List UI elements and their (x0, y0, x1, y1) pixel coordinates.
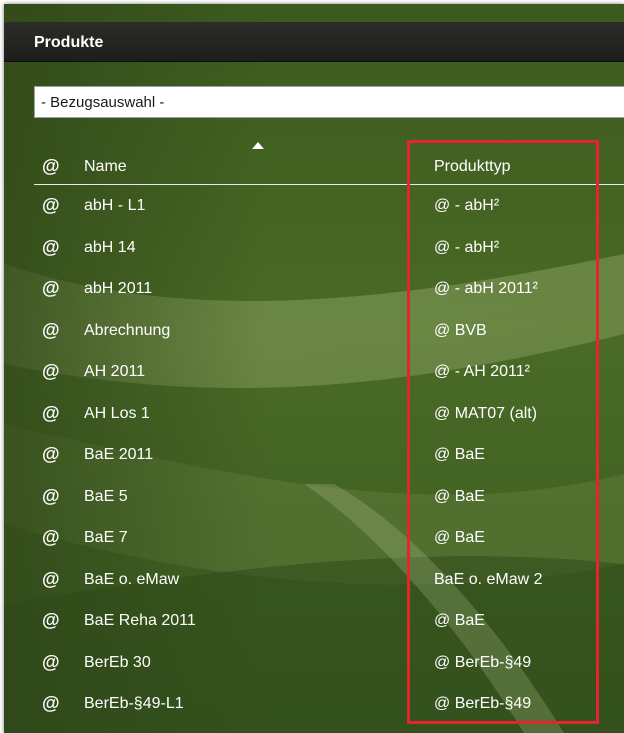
product-type: @ BaE (434, 612, 485, 629)
table-row[interactable]: @ BaE o. eMaw BaE o. eMaw 2 (34, 559, 624, 601)
table-header: @ Name Produkttyp (34, 148, 624, 185)
at-sign-icon: @ (42, 527, 60, 547)
column-header-name[interactable]: Name (84, 158, 127, 176)
product-type: @ BerEb-§49 (434, 695, 532, 712)
product-type: @ - abH² (434, 238, 500, 256)
at-sign-icon: @ (42, 156, 60, 176)
product-type: @ - abH 2011² (434, 280, 538, 297)
product-name: BerEb 30 (84, 653, 151, 671)
panel-title: Produkte (34, 34, 104, 51)
at-sign-icon: @ (42, 693, 60, 713)
table-row[interactable]: @ abH - L1 @ - abH² (34, 185, 624, 227)
product-type: @ BaE (434, 529, 485, 546)
at-sign-icon: @ (42, 236, 60, 257)
table-row[interactable]: @ Abrechnung @ BVB (34, 310, 624, 352)
product-name: abH 14 (84, 238, 136, 256)
products-window: Produkte - Bezugsauswahl - @ Name Produk… (4, 4, 624, 733)
at-sign-icon: @ (42, 444, 60, 464)
product-type: @ BVB (434, 321, 487, 339)
at-sign-icon: @ (42, 651, 60, 672)
product-name: BaE 2011 (84, 446, 154, 463)
at-sign-icon: @ (42, 361, 60, 381)
table-row[interactable]: @ AH Los 1 @ MAT07 (alt) (34, 393, 624, 435)
product-type: @ MAT07 (alt) (434, 404, 538, 422)
at-sign-icon: @ (42, 278, 60, 298)
table-row[interactable]: @ BaE 2011 @ BaE (34, 434, 624, 476)
table-row[interactable]: @ abH 2011 @ - abH 2011² (34, 268, 624, 310)
product-name: abH 2011 (84, 280, 153, 297)
table-row[interactable]: @ BerEb-§49-L1 @ BerEb-§49 (34, 683, 624, 725)
product-name: Abrechnung (84, 321, 171, 339)
table-row[interactable]: @ BaE 5 @ BaE (34, 476, 624, 518)
product-type: @ - abH² (434, 197, 500, 214)
product-type: @ BaE (434, 446, 485, 463)
table-row[interactable]: @ abH 14 @ - abH² (34, 227, 624, 269)
table-row[interactable]: @ AH 2011 @ - AH 2011² (34, 351, 624, 393)
panel-title-bar: Produkte (4, 22, 624, 62)
product-name: BaE o. eMaw (84, 570, 180, 588)
product-name: abH - L1 (84, 197, 146, 214)
product-name: AH Los 1 (84, 404, 150, 422)
at-sign-icon: @ (42, 485, 60, 506)
at-sign-icon: @ (42, 319, 60, 340)
at-sign-icon: @ (42, 568, 60, 589)
table-row[interactable]: @ BerEb 30 @ BerEb-§49 (34, 642, 624, 684)
product-type: @ BerEb-§49 (434, 653, 532, 671)
at-sign-icon: @ (42, 402, 60, 423)
product-type: @ BaE (434, 487, 485, 505)
product-type: BaE o. eMaw 2 (434, 570, 543, 588)
at-sign-icon: @ (42, 195, 60, 215)
product-name: BaE Reha 2011 (84, 612, 196, 629)
product-name: BaE 7 (84, 529, 128, 546)
reference-select-value: - Bezugsauswahl - (41, 94, 165, 111)
table-row[interactable]: @ BaE 7 @ BaE (34, 517, 624, 559)
product-type: @ - AH 2011² (434, 363, 530, 380)
column-header-product-type[interactable]: Produkttyp (434, 158, 510, 176)
product-name: AH 2011 (84, 363, 146, 380)
reference-select[interactable]: - Bezugsauswahl - (34, 86, 624, 118)
table-row[interactable]: @ BaE Reha 2011 @ BaE (34, 600, 624, 642)
at-sign-icon: @ (42, 610, 60, 630)
product-name: BerEb-§49-L1 (84, 695, 184, 712)
product-name: BaE 5 (84, 487, 128, 505)
product-list: @ abH - L1 @ - abH² @ abH 14 @ - abH² @ … (34, 185, 624, 725)
